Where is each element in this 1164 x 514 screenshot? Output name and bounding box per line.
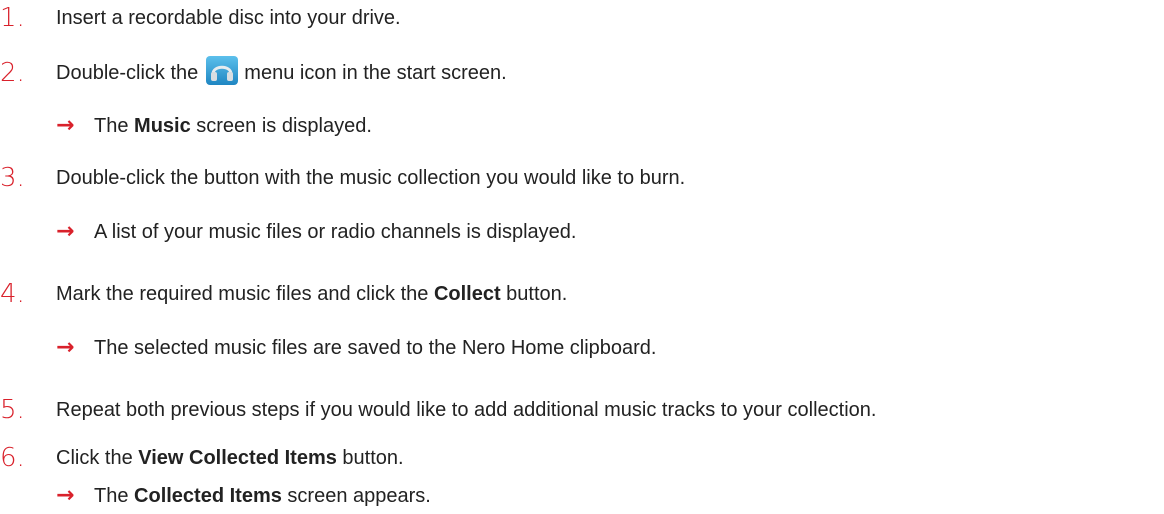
step-number: 3.: [0, 163, 25, 193]
step-6-result: → The Collected Items screen appears.: [56, 484, 431, 508]
result-text-after: screen appears.: [281, 485, 431, 507]
result-bold: Music: [134, 115, 191, 137]
arrow-right-icon: →: [56, 113, 75, 138]
instruction-list: 1. Insert a recordable disc into your dr…: [0, 0, 1164, 514]
step-text-before: Double-click the: [56, 61, 199, 84]
step-bold: View Collected Items: [138, 447, 337, 469]
arrow-right-icon: →: [56, 219, 75, 244]
step-text-after: button.: [336, 447, 404, 469]
step-number: 1.: [0, 3, 25, 33]
step-text-after: menu icon in the start screen.: [244, 61, 507, 84]
step-2-result: → The Music screen is displayed.: [56, 114, 372, 138]
result-bold: Collected Items: [134, 485, 282, 507]
step-6: 6. Click the View Collected Items button…: [0, 443, 404, 473]
headphones-icon: [206, 56, 239, 85]
step-text: Insert a recordable disc into your drive…: [56, 7, 401, 29]
step-text: Repeat both previous steps if you would …: [56, 399, 877, 421]
arrow-right-icon: →: [56, 335, 75, 360]
result-text: The selected music files are saved to th…: [94, 337, 657, 359]
step-3: 3. Double-click the button with the musi…: [0, 163, 686, 193]
step-text-after: button.: [500, 283, 568, 305]
result-text-before: The: [94, 115, 135, 137]
step-number: 5.: [0, 395, 25, 425]
step-text: Double-click the button with the music c…: [56, 167, 686, 189]
result-text: A list of your music files or radio chan…: [94, 221, 577, 243]
step-5: 5. Repeat both previous steps if you wou…: [0, 395, 877, 425]
step-2: 2. Double-click the menu icon in the sta…: [0, 56, 507, 88]
step-3-result: → A list of your music files or radio ch…: [56, 220, 576, 244]
step-4-result: → The selected music files are saved to …: [56, 336, 657, 360]
arrow-right-icon: →: [56, 483, 75, 508]
step-text-before: Mark the required music files and click …: [56, 283, 434, 305]
step-bold: Collect: [433, 283, 501, 305]
step-number: 4.: [0, 279, 25, 309]
step-number: 6.: [0, 443, 25, 473]
step-text-before: Click the: [56, 447, 139, 469]
result-text-after: screen is displayed.: [190, 115, 372, 137]
result-text-before: The: [94, 485, 135, 507]
step-4: 4. Mark the required music files and cli…: [0, 279, 568, 309]
step-1: 1. Insert a recordable disc into your dr…: [0, 3, 401, 33]
step-number: 2.: [0, 57, 25, 88]
